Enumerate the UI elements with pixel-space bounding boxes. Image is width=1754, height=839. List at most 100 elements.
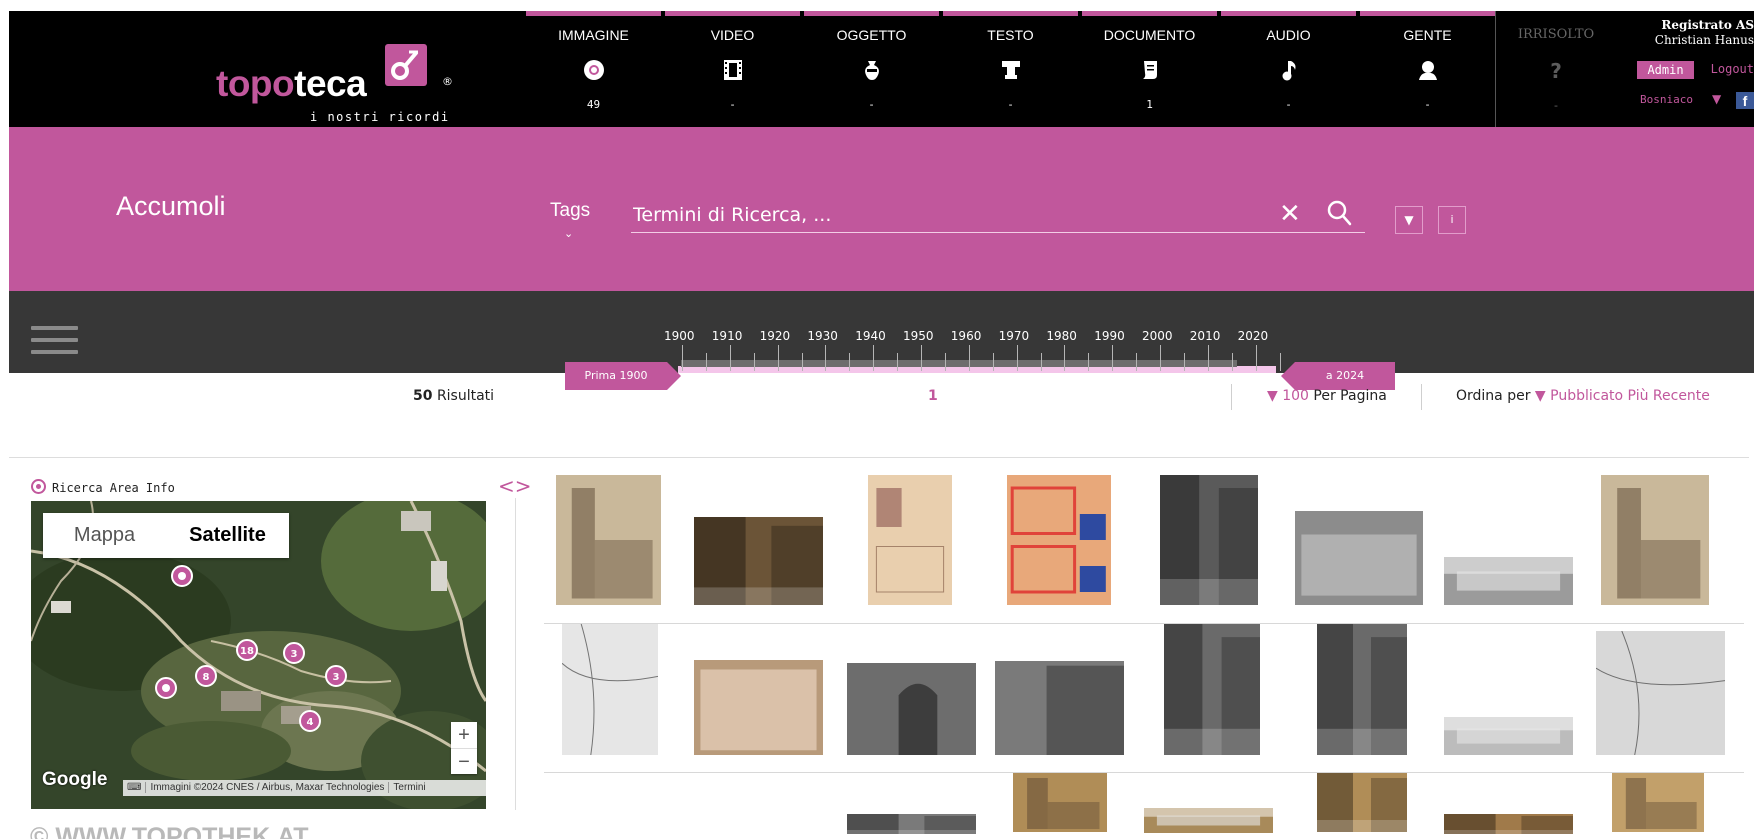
logout-link[interactable]: Logout bbox=[1711, 62, 1754, 76]
timeline-tick bbox=[777, 345, 779, 371]
result-thumbnail[interactable] bbox=[694, 517, 823, 605]
category-irrisolto[interactable]: IRRISOLTO ? - bbox=[1495, 11, 1616, 127]
result-thumbnail[interactable] bbox=[1444, 717, 1573, 755]
caret-down-icon: ▼ bbox=[1267, 388, 1278, 404]
text-icon bbox=[943, 58, 1078, 82]
chevron-down-icon[interactable]: ⌄ bbox=[564, 227, 573, 240]
map-marker[interactable] bbox=[171, 565, 193, 587]
admin-button[interactable]: Admin bbox=[1637, 61, 1694, 79]
timeline-bar: 1900 1910 1920 1930 1940 1950 1960 1970 1980 1990… bbox=[9, 291, 1754, 390]
result-thumbnail[interactable] bbox=[1317, 624, 1407, 755]
result-thumbnail[interactable] bbox=[995, 661, 1124, 755]
category-count: - bbox=[1285, 98, 1292, 111]
tab-map[interactable]: Mappa bbox=[43, 513, 166, 558]
zoom-control: + − bbox=[451, 722, 477, 774]
search-icon[interactable] bbox=[1326, 199, 1352, 227]
clear-icon[interactable]: ✕ bbox=[1279, 199, 1301, 229]
hamburger-menu-icon[interactable] bbox=[31, 326, 78, 358]
category-label: AUDIO bbox=[1266, 27, 1311, 43]
result-thumbnail[interactable] bbox=[1601, 475, 1709, 605]
timeline-year-label: 1910 bbox=[711, 329, 743, 343]
timeline-tick bbox=[1088, 353, 1090, 371]
location-title: Accumoli bbox=[116, 191, 226, 221]
timeline-track[interactable] bbox=[678, 366, 1276, 373]
category-label: IMMAGINE bbox=[558, 27, 629, 43]
category-label: VIDEO bbox=[710, 27, 755, 43]
timeline-tick bbox=[944, 353, 946, 371]
result-thumbnail[interactable] bbox=[1444, 814, 1573, 834]
zoom-in-button[interactable]: + bbox=[451, 722, 477, 749]
timeline-year-label: 1900 bbox=[664, 329, 695, 343]
result-thumbnail[interactable] bbox=[1317, 772, 1407, 832]
result-thumbnail[interactable] bbox=[556, 475, 661, 605]
result-thumbnail[interactable] bbox=[1612, 772, 1704, 832]
film-icon bbox=[665, 58, 800, 82]
collapse-arrows-icon[interactable]: <> bbox=[498, 474, 532, 498]
category-oggetto[interactable]: OGGETTO - bbox=[804, 11, 939, 127]
result-thumbnail[interactable] bbox=[868, 475, 952, 605]
terms-link[interactable]: Termini bbox=[388, 782, 430, 793]
page-number[interactable]: 1 bbox=[928, 388, 938, 404]
scroll-icon bbox=[1082, 58, 1217, 82]
region-dropdown-icon[interactable]: ▼ bbox=[1712, 92, 1721, 106]
result-thumbnail[interactable] bbox=[1295, 511, 1423, 605]
result-thumbnail[interactable] bbox=[1444, 557, 1573, 605]
info-button[interactable]: i bbox=[1438, 206, 1466, 234]
timeline-tick bbox=[897, 353, 899, 371]
map-attribution: ⌨ Immagini ©2024 CNES / Airbus, Maxar Tec… bbox=[123, 780, 486, 796]
result-thumbnail[interactable] bbox=[847, 663, 976, 755]
category-count: - bbox=[1424, 98, 1431, 111]
result-thumbnail[interactable] bbox=[1144, 808, 1273, 833]
category-testo[interactable]: TESTO - bbox=[943, 11, 1078, 127]
google-logo: Google bbox=[42, 769, 108, 790]
result-thumbnail[interactable] bbox=[1013, 772, 1107, 832]
facebook-icon[interactable]: f bbox=[1736, 92, 1754, 109]
region-link[interactable]: Bosniaco bbox=[1640, 93, 1693, 106]
result-thumbnail[interactable] bbox=[847, 814, 976, 834]
result-thumbnail[interactable] bbox=[1164, 624, 1260, 755]
map-cluster[interactable]: 8 bbox=[195, 665, 217, 687]
keyboard-icon[interactable]: ⌨ bbox=[123, 782, 145, 793]
category-audio[interactable]: AUDIO - bbox=[1221, 11, 1356, 127]
timeline-tick bbox=[1255, 345, 1257, 371]
result-thumbnail[interactable] bbox=[1596, 631, 1725, 755]
tags-toggle[interactable]: Tags bbox=[550, 200, 590, 222]
category-label: DOCUMENTO bbox=[1103, 27, 1196, 43]
area-info[interactable]: Ricerca Area Info bbox=[31, 477, 175, 495]
map-cluster[interactable]: 4 bbox=[299, 710, 321, 732]
sort-select[interactable]: Ordina per ▼ Pubblicato Più Recente bbox=[1456, 388, 1710, 404]
timeline-year-label: 1960 bbox=[950, 329, 982, 343]
result-thumbnail[interactable] bbox=[1160, 475, 1258, 605]
map-cluster[interactable]: 18 bbox=[236, 639, 258, 661]
timeline-year-label: 2010 bbox=[1189, 329, 1221, 343]
timeline-tick bbox=[801, 353, 803, 371]
map-marker[interactable] bbox=[155, 677, 177, 699]
result-thumbnail[interactable] bbox=[694, 660, 823, 755]
map-cluster[interactable]: 3 bbox=[325, 665, 347, 687]
result-thumbnail[interactable] bbox=[1007, 475, 1111, 605]
caret-down-icon: ▼ bbox=[1534, 388, 1546, 404]
timeline-year-label: 1940 bbox=[855, 329, 886, 343]
top-navigation: topoteca ® i nostri ricordi IMMAGINE 49 … bbox=[9, 11, 1754, 127]
category-label: GENTE bbox=[1403, 27, 1452, 43]
app-frame: topoteca ® i nostri ricordi IMMAGINE 49 … bbox=[9, 11, 1754, 839]
category-count: - bbox=[1554, 99, 1558, 112]
category-video[interactable]: VIDEO - bbox=[665, 11, 800, 127]
timeline-tick bbox=[1160, 345, 1161, 371]
category-gente[interactable]: GENTE - bbox=[1360, 11, 1495, 127]
category-immagine[interactable]: IMMAGINE 49 bbox=[526, 11, 661, 127]
zoom-out-button[interactable]: − bbox=[451, 749, 477, 775]
vase-icon bbox=[804, 58, 939, 82]
filter-dropdown-button[interactable]: ▼ bbox=[1395, 206, 1423, 234]
result-thumbnail[interactable] bbox=[562, 624, 658, 755]
map-type-toggle: Mappa Satellite bbox=[43, 513, 289, 558]
map-cluster[interactable]: 3 bbox=[283, 642, 305, 664]
per-page-select[interactable]: ▼ 100 Per Pagina bbox=[1267, 388, 1387, 404]
search-input[interactable] bbox=[631, 197, 1365, 233]
category-documento[interactable]: DOCUMENTO 1 bbox=[1082, 11, 1217, 127]
tab-satellite[interactable]: Satellite bbox=[166, 513, 289, 558]
image-icon bbox=[526, 58, 661, 82]
topoteca-logo[interactable]: topoteca ® i nostri ricordi bbox=[216, 37, 466, 124]
satellite-map[interactable]: Mappa Satellite 18 3 8 3 4 + − Google ⌨ I… bbox=[31, 501, 486, 809]
panel-divider bbox=[515, 498, 516, 810]
